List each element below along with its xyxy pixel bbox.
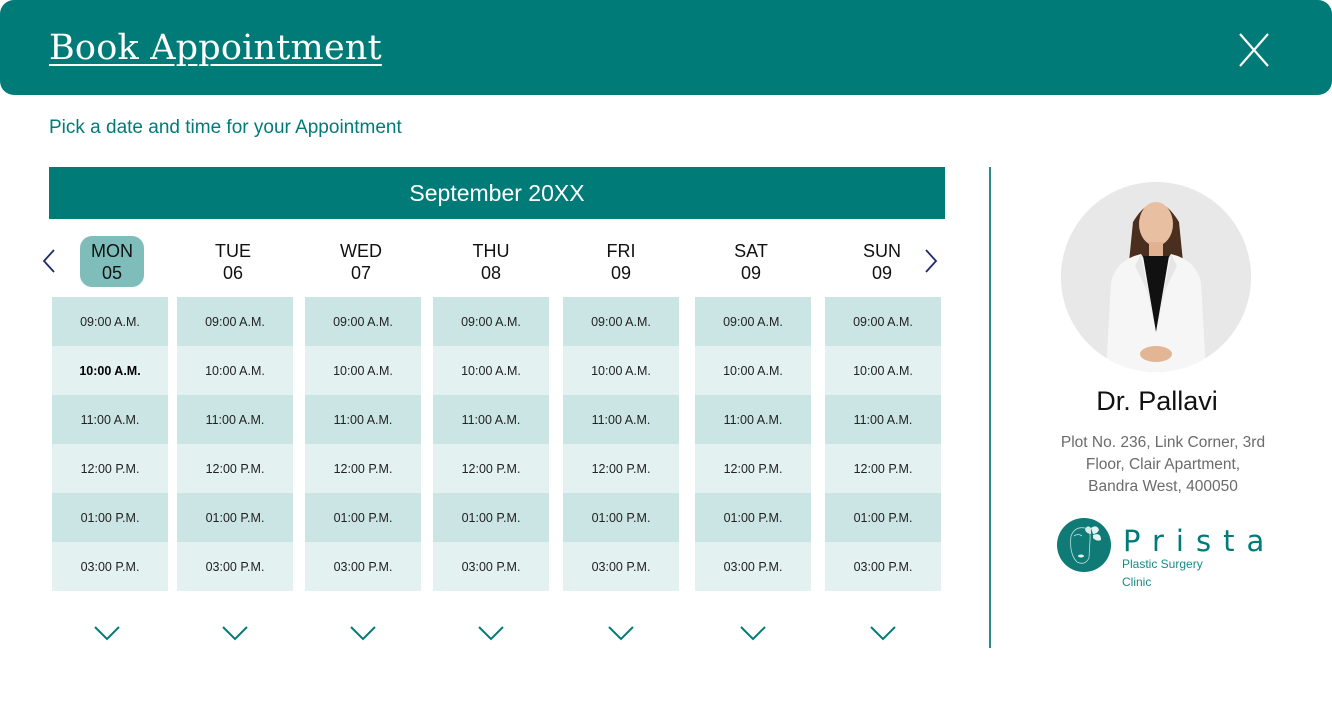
day-date: 08 [480, 263, 502, 283]
chevron-down-icon[interactable] [606, 624, 636, 642]
day-date: 09 [610, 263, 632, 283]
day-tab-tue[interactable]: TUE 06 [201, 236, 265, 287]
doctor-avatar [1061, 182, 1251, 372]
time-slot[interactable]: 10:00 A.M. [52, 346, 168, 395]
time-slot[interactable]: 01:00 P.M. [825, 493, 941, 542]
day-name: SAT [734, 241, 768, 261]
day-name: SUN [862, 241, 901, 261]
time-slot[interactable]: 01:00 P.M. [305, 493, 421, 542]
day-date: 09 [740, 263, 762, 283]
time-slot[interactable]: 11:00 A.M. [52, 395, 168, 444]
day-date: 09 [871, 263, 893, 283]
day-tab-mon[interactable]: MON 05 [80, 236, 144, 287]
time-slot[interactable]: 09:00 A.M. [563, 297, 679, 346]
time-slot[interactable]: 12:00 P.M. [52, 444, 168, 493]
chevron-left-icon[interactable] [41, 247, 57, 275]
time-slot[interactable]: 03:00 P.M. [825, 542, 941, 591]
day-name: FRI [606, 241, 636, 261]
header-bar: Book Appointment [0, 0, 1332, 95]
clinic-tagline: Plastic Surgery Clinic [1122, 555, 1203, 591]
instruction-text: Pick a date and time for your Appointmen… [49, 117, 402, 138]
day-tab-sat[interactable]: SAT 09 [719, 236, 783, 287]
time-slot[interactable]: 10:00 A.M. [177, 346, 293, 395]
time-slot[interactable]: 10:00 A.M. [563, 346, 679, 395]
time-slot[interactable]: 03:00 P.M. [177, 542, 293, 591]
time-slot[interactable]: 01:00 P.M. [52, 493, 168, 542]
time-slot[interactable]: 09:00 A.M. [825, 297, 941, 346]
time-slot[interactable]: 11:00 A.M. [563, 395, 679, 444]
address-line: Plot No. 236, Link Corner, 3rd [1060, 434, 1266, 451]
day-name: MON [91, 241, 133, 261]
slot-column-fri: 09:00 A.M. 10:00 A.M. 11:00 A.M. 12:00 P.M.… [563, 297, 679, 591]
address-line: Floor, Clair Apartment, [1085, 456, 1241, 473]
day-name: WED [340, 241, 382, 261]
time-slot[interactable]: 03:00 P.M. [433, 542, 549, 591]
address-line: Bandra West, 400050 [1088, 478, 1238, 495]
page-title: Book Appointment [49, 28, 382, 68]
chevron-down-icon[interactable] [348, 624, 378, 642]
day-tab-sun[interactable]: SUN 09 [850, 236, 914, 287]
time-slot[interactable]: 11:00 A.M. [177, 395, 293, 444]
time-slot[interactable]: 01:00 P.M. [433, 493, 549, 542]
time-slot[interactable]: 11:00 A.M. [825, 395, 941, 444]
time-slot[interactable]: 03:00 P.M. [563, 542, 679, 591]
chevron-down-icon[interactable] [868, 624, 898, 642]
slot-column-mon: 09:00 A.M. 10:00 A.M. 11:00 A.M. 12:00 P.M.… [52, 297, 168, 591]
chevron-right-icon[interactable] [923, 247, 939, 275]
time-slot[interactable]: 09:00 A.M. [177, 297, 293, 346]
time-slot[interactable]: 09:00 A.M. [52, 297, 168, 346]
day-name: THU [472, 241, 510, 261]
time-slot[interactable]: 12:00 P.M. [695, 444, 811, 493]
slot-column-tue: 09:00 A.M. 10:00 A.M. 11:00 A.M. 12:00 P.M.… [177, 297, 293, 591]
time-slot[interactable]: 11:00 A.M. [305, 395, 421, 444]
time-slot[interactable]: 10:00 A.M. [305, 346, 421, 395]
close-icon[interactable] [1236, 30, 1272, 70]
time-slot[interactable]: 12:00 P.M. [825, 444, 941, 493]
time-slot[interactable]: 01:00 P.M. [695, 493, 811, 542]
time-slot[interactable]: 12:00 P.M. [177, 444, 293, 493]
slot-column-wed: 09:00 A.M. 10:00 A.M. 11:00 A.M. 12:00 P.M.… [305, 297, 421, 591]
slot-column-thu: 09:00 A.M. 10:00 A.M. 11:00 A.M. 12:00 P.M.… [433, 297, 549, 591]
clinic-tagline-line: Clinic [1122, 575, 1152, 589]
day-date: 06 [222, 263, 244, 283]
slot-column-sat: 09:00 A.M. 10:00 A.M. 11:00 A.M. 12:00 P.M.… [695, 297, 811, 591]
chevron-down-icon[interactable] [476, 624, 506, 642]
time-slot[interactable]: 10:00 A.M. [825, 346, 941, 395]
time-slot[interactable]: 10:00 A.M. [433, 346, 549, 395]
time-slot[interactable]: 09:00 A.M. [433, 297, 549, 346]
time-slot[interactable]: 09:00 A.M. [695, 297, 811, 346]
time-slot[interactable]: 12:00 P.M. [433, 444, 549, 493]
time-slot[interactable]: 11:00 A.M. [433, 395, 549, 444]
time-slot[interactable]: 10:00 A.M. [695, 346, 811, 395]
doctor-address: Plot No. 236, Link Corner, 3rd Floor, Cl… [1040, 432, 1286, 498]
time-slot[interactable]: 01:00 P.M. [563, 493, 679, 542]
vertical-divider [989, 167, 991, 648]
day-name: TUE [215, 241, 251, 261]
day-date: 07 [350, 263, 372, 283]
time-slot[interactable]: 11:00 A.M. [695, 395, 811, 444]
clinic-logo-icon [1057, 518, 1111, 572]
clinic-tagline-line: Plastic Surgery [1122, 557, 1203, 571]
time-slot[interactable]: 09:00 A.M. [305, 297, 421, 346]
doctor-photo-icon [1061, 182, 1251, 372]
time-slot[interactable]: 01:00 P.M. [177, 493, 293, 542]
clinic-name: Prista [1123, 524, 1277, 558]
chevron-down-icon[interactable] [738, 624, 768, 642]
time-slot[interactable]: 03:00 P.M. [305, 542, 421, 591]
time-slot[interactable]: 03:00 P.M. [695, 542, 811, 591]
time-slot[interactable]: 12:00 P.M. [563, 444, 679, 493]
slot-column-sun: 09:00 A.M. 10:00 A.M. 11:00 A.M. 12:00 P.M.… [825, 297, 941, 591]
time-slot[interactable]: 03:00 P.M. [52, 542, 168, 591]
month-label: September 20XX [49, 167, 945, 219]
chevron-down-icon[interactable] [220, 624, 250, 642]
day-date: 05 [101, 263, 123, 283]
day-tab-fri[interactable]: FRI 09 [589, 236, 653, 287]
doctor-name: Dr. Pallavi [1096, 386, 1218, 416]
time-slot[interactable]: 12:00 P.M. [305, 444, 421, 493]
chevron-down-icon[interactable] [92, 624, 122, 642]
day-tab-wed[interactable]: WED 07 [329, 236, 393, 287]
day-tab-thu[interactable]: THU 08 [459, 236, 523, 287]
